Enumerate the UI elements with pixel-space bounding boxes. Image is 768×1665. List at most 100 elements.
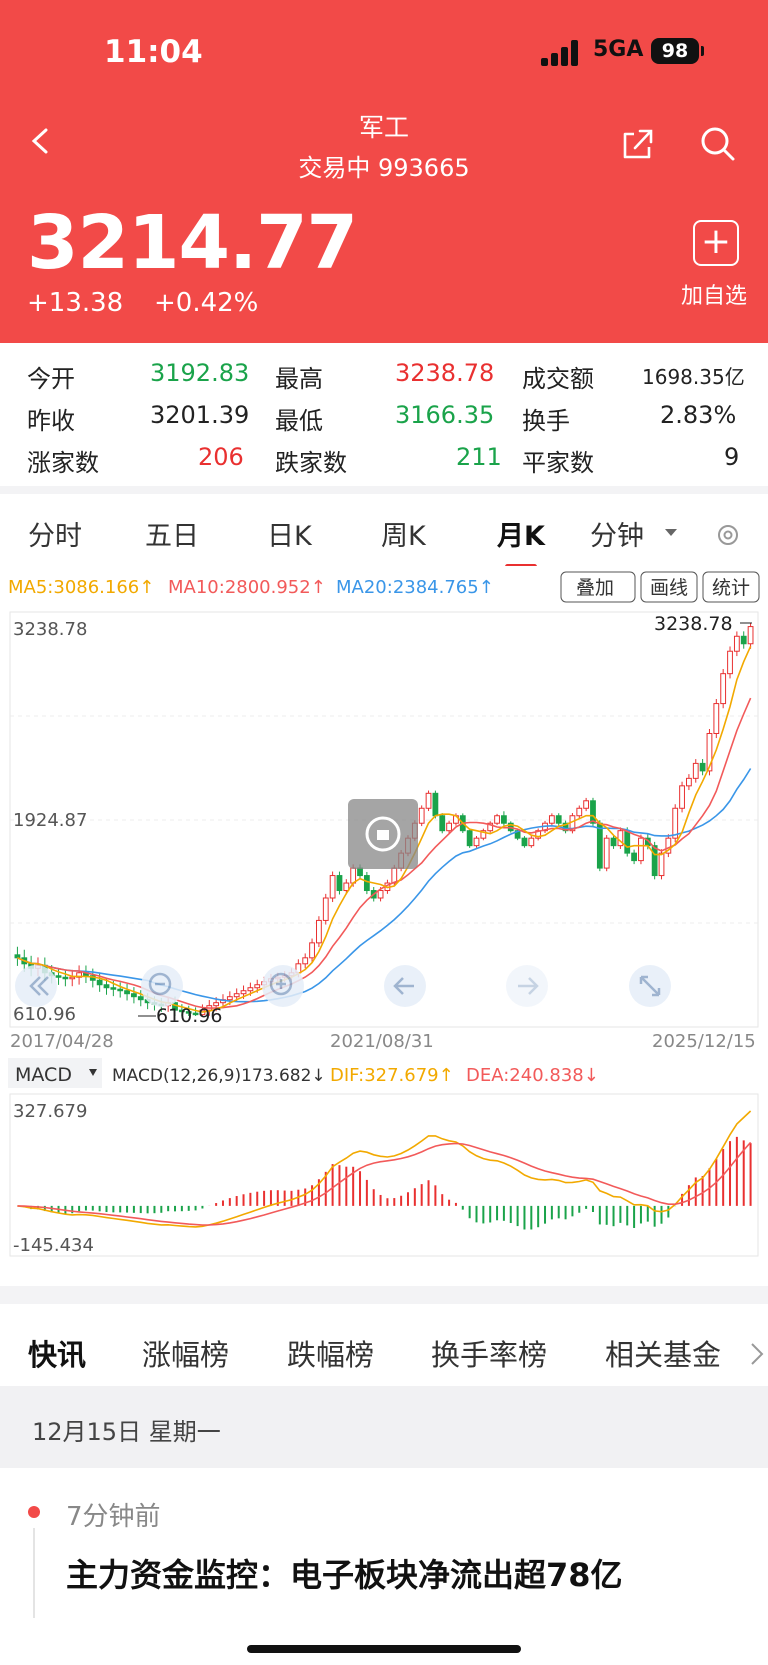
last-price: 3214.77 [27, 200, 358, 286]
candle-body [583, 800, 590, 809]
news-date: 12月15日 星期一 [32, 1418, 221, 1446]
candle-body [446, 822, 452, 832]
candle-body [69, 976, 76, 980]
candle-body [658, 852, 665, 877]
down-count-value: 211 [456, 443, 502, 471]
news-time-ago: 7分钟前 [66, 1502, 161, 1532]
zoom-in-icon[interactable] [262, 965, 304, 1007]
ma5-label: MA5:3086.166↑ [8, 577, 154, 598]
zoom-out-icon[interactable] [141, 965, 183, 1007]
tab-losers[interactable]: 跌幅榜 [287, 1332, 374, 1374]
status-time: 11:04 [104, 34, 203, 70]
tab-weekly-k[interactable]: 周K [381, 514, 426, 553]
candle-body [596, 822, 603, 869]
lock-icon[interactable] [348, 799, 418, 869]
x-axis-start: 2017/04/28 [10, 1031, 114, 1052]
tab-intraday[interactable]: 分时 [28, 514, 82, 553]
candle-body [391, 867, 398, 884]
add-watchlist-label[interactable]: 加自选 [681, 278, 747, 310]
tab-five-day[interactable]: 五日 [145, 514, 199, 553]
tab-flash-news[interactable]: 快讯 [28, 1332, 86, 1374]
chevron-right-icon[interactable] [750, 1342, 764, 1366]
candle-body [350, 867, 357, 884]
flat-count-value: 9 [724, 443, 740, 471]
tab-related-funds[interactable]: 相关基金 [605, 1332, 721, 1374]
y-axis-top: 3238.78 [13, 619, 87, 640]
macd-axis-bottom: -145.434 [13, 1235, 94, 1256]
candle-body [590, 800, 596, 824]
candle-body [610, 837, 617, 847]
candle-body [494, 815, 500, 824]
candle-body [131, 993, 137, 998]
tab-gainers[interactable]: 涨幅榜 [142, 1332, 229, 1374]
candle-body [439, 815, 446, 832]
max-price-marker: 3238.78 [654, 613, 733, 635]
candle-body [240, 990, 247, 995]
overlay-label: 叠加 [576, 577, 614, 599]
candle-body [521, 837, 528, 847]
news-headline[interactable]: 主力资金监控：电子板块净流出超78亿 [66, 1550, 623, 1596]
tab-minute[interactable]: 分钟 [590, 514, 644, 553]
candle-body [528, 837, 535, 847]
candle-body [466, 830, 473, 847]
turnover-value: 2.83% [660, 401, 737, 429]
home-indicator [247, 1645, 521, 1653]
dif-value: DIF:327.679↑ [330, 1065, 454, 1086]
macd-selector-label: MACD [15, 1064, 72, 1086]
y-axis-bottom: 610.96 [13, 1004, 76, 1025]
candle-body [686, 777, 692, 787]
candle-body [96, 979, 103, 986]
kline-chart-panel[interactable]: MA5:3086.166↑ MA10:2800.952↑ MA20:2384.7… [0, 566, 768, 1286]
overlay-button[interactable]: 叠加 [560, 571, 636, 603]
tab-turnover-rank[interactable]: 换手率榜 [431, 1332, 547, 1374]
arrow-left-icon[interactable] [384, 965, 426, 1007]
candle-body [302, 957, 309, 965]
add-watchlist-button[interactable]: + [693, 220, 739, 266]
quote-stats: 今开 3192.83 最高 3238.78 成交额 1698.35亿 昨收 32… [0, 343, 768, 486]
price-change: +13.38 [27, 288, 124, 318]
candle-body [124, 990, 130, 995]
candle-body [418, 807, 425, 824]
quote-header: 11:04 5GA 98 军工 交易中 993665 3214.77 +13.3… [0, 0, 768, 343]
min-price-marker: 610.96 [156, 1005, 222, 1027]
candle-body [343, 882, 350, 892]
timeline-line [33, 1528, 35, 1618]
news-item[interactable]: 7分钟前 主力资金监控：电子板块净流出超78亿 [0, 1468, 768, 1665]
candle-body [432, 792, 439, 817]
draw-button[interactable]: 画线 [640, 571, 698, 603]
stats-button[interactable]: 统计 [702, 571, 760, 603]
flat-count-label: 平家数 [522, 449, 594, 477]
signal-icon [541, 40, 581, 66]
up-count-value: 206 [198, 443, 244, 471]
gear-icon[interactable] [715, 522, 741, 548]
candle-body [137, 996, 144, 1001]
fullscreen-icon[interactable] [629, 965, 671, 1007]
scroll-left-icon[interactable] [15, 965, 57, 1007]
candle-body [363, 875, 370, 892]
search-icon[interactable] [700, 126, 736, 162]
candle-body [55, 975, 62, 978]
prev-close-label: 昨收 [27, 407, 75, 435]
share-icon[interactable] [620, 126, 656, 162]
candle-body [103, 984, 110, 989]
arrow-right-icon[interactable] [506, 965, 548, 1007]
prev-close-value: 3201.39 [150, 401, 250, 429]
battery-icon: 98 [651, 38, 699, 64]
kline-svg[interactable]: MA5:3086.166↑ MA10:2800.952↑ MA20:2384.7… [0, 566, 768, 1286]
candle-body [501, 815, 507, 824]
tab-daily-k[interactable]: 日K [267, 514, 312, 553]
candle-body [425, 792, 432, 809]
down-count-label: 跌家数 [275, 449, 347, 477]
x-axis-end: 2025/12/15 [652, 1031, 756, 1052]
macd-selector[interactable]: MACD [8, 1058, 102, 1088]
candle-body [720, 673, 727, 705]
tab-monthly-k[interactable]: 月K [497, 514, 545, 553]
candle-body [692, 762, 699, 779]
status-bar: 11:04 5GA 98 [0, 0, 768, 90]
candle-body [226, 996, 233, 1001]
chevron-down-icon[interactable] [665, 529, 677, 537]
ma10-label: MA10:2800.952↑ [168, 577, 326, 598]
candle-body [747, 626, 754, 645]
candle-body [727, 650, 733, 675]
chart-period-tabs: 分时 五日 日K 周K 月K 分钟 [0, 486, 768, 569]
